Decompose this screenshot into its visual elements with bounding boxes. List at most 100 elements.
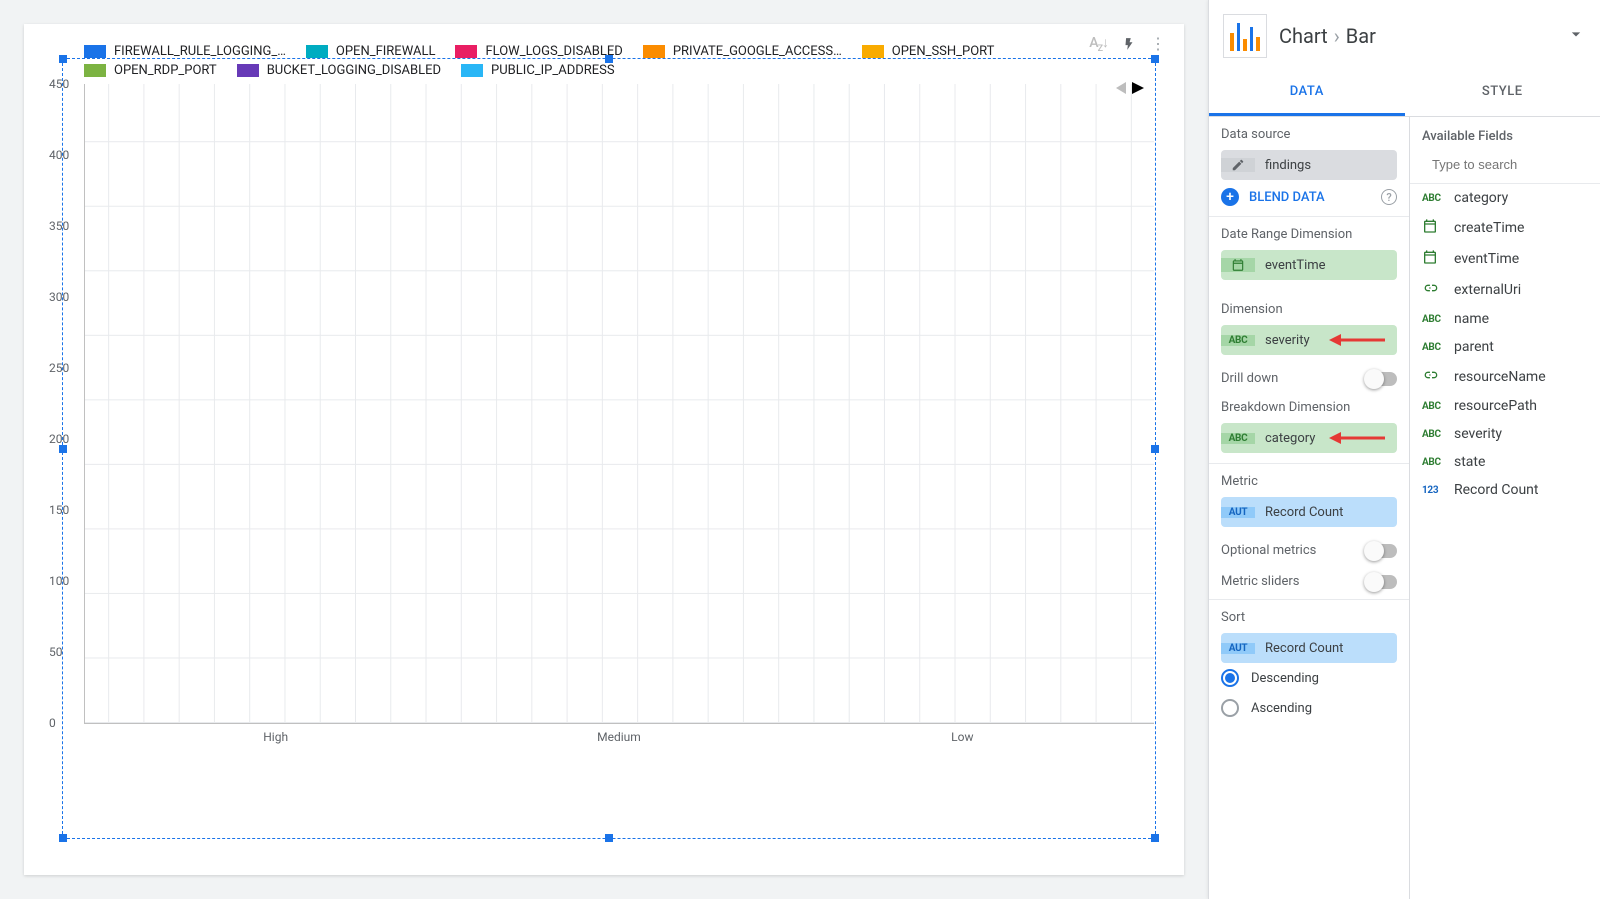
metric-sliders-label: Metric sliders: [1221, 574, 1299, 589]
more-icon[interactable]: ⋮: [1150, 42, 1166, 46]
help-icon[interactable]: ?: [1381, 189, 1397, 205]
sort-chip[interactable]: AUT Record Count: [1221, 633, 1397, 663]
field-name: category: [1454, 190, 1508, 206]
legend-label: FLOW_LOGS_DISABLED: [485, 44, 622, 59]
legend-swatch: [862, 45, 884, 58]
legend-item[interactable]: BUCKET_LOGGING_DISABLED: [237, 63, 441, 78]
radio-unchecked-icon: [1221, 699, 1239, 717]
available-field[interactable]: createTime: [1410, 212, 1600, 243]
resize-handle[interactable]: [1151, 834, 1159, 842]
available-field[interactable]: 123 Record Count: [1410, 476, 1600, 504]
blend-data-button[interactable]: + BLEND DATA ?: [1221, 188, 1397, 206]
daterange-label: Date Range Dimension: [1221, 227, 1397, 242]
abc-type-icon: ABC: [1422, 314, 1444, 325]
calendar-icon: [1231, 258, 1245, 272]
field-name: parent: [1454, 339, 1494, 355]
legend-label: OPEN_FIREWALL: [336, 44, 436, 59]
dimension-chip[interactable]: ABC severity: [1221, 325, 1397, 355]
abc-type-icon: ABC: [1422, 193, 1444, 204]
y-tick: 200: [49, 432, 69, 446]
legend-label: PRIVATE_GOOGLE_ACCESS…: [673, 44, 842, 59]
y-tick: 450: [49, 77, 69, 91]
available-field[interactable]: ABC parent: [1410, 333, 1600, 361]
available-field[interactable]: ABCstate: [1410, 448, 1600, 476]
x-tick: High: [148, 724, 403, 744]
y-tick: 400: [49, 148, 69, 162]
resize-handle[interactable]: [59, 55, 67, 63]
breakdown-chip[interactable]: ABC category: [1221, 423, 1397, 453]
sort-asc-radio[interactable]: Ascending: [1221, 693, 1397, 723]
legend-swatch: [306, 45, 328, 58]
abc-type-icon: ABC: [1422, 342, 1444, 353]
legend-label: FIREWALL_RULE_LOGGING_…: [114, 44, 286, 59]
properties-panel: Chart › Bar DATA STYLE Data source findi…: [1208, 0, 1600, 899]
y-tick: 0: [49, 716, 56, 730]
abc-type-icon: ABC: [1422, 457, 1444, 468]
tab-data[interactable]: DATA: [1209, 70, 1405, 116]
legend-item[interactable]: PUBLIC_IP_ADDRESS: [461, 63, 615, 78]
bar-chart[interactable]: 050100150200250300350400450: [84, 84, 1154, 724]
field-name: resourceName: [1454, 369, 1546, 385]
link-type-icon: [1422, 367, 1444, 386]
available-fields: Available Fields ABCcategorycreateTimeev…: [1410, 117, 1600, 899]
y-tick: 250: [49, 361, 69, 375]
available-field[interactable]: ABCseverity: [1410, 420, 1600, 448]
plus-icon: +: [1221, 188, 1239, 206]
legend-swatch: [84, 45, 106, 58]
y-tick: 300: [49, 290, 69, 304]
field-name: externalUri: [1454, 282, 1521, 298]
lightning-icon[interactable]: [1122, 35, 1136, 53]
chart-widget[interactable]: AZ↓ ⋮ FIREWALL_RULE_LOGGING_… OPEN_FIREWA…: [24, 24, 1184, 875]
field-name: Record Count: [1454, 482, 1538, 498]
resize-handle[interactable]: [59, 834, 67, 842]
optional-metrics-toggle[interactable]: [1367, 544, 1397, 558]
bar-chart-icon: [1223, 14, 1267, 58]
abc-type-icon: ABC: [1422, 401, 1444, 412]
drilldown-label: Drill down: [1221, 371, 1278, 386]
available-field[interactable]: resourceName: [1410, 361, 1600, 392]
abc-type-icon: ABC: [1221, 335, 1255, 346]
radio-checked-icon: [1221, 669, 1239, 687]
datasource-chip[interactable]: findings: [1221, 150, 1397, 180]
tab-style[interactable]: STYLE: [1405, 70, 1600, 116]
daterange-chip[interactable]: eventTime: [1221, 250, 1397, 280]
legend-item[interactable]: FIREWALL_RULE_LOGGING_…: [84, 44, 286, 59]
available-field[interactable]: eventTime: [1410, 243, 1600, 274]
legend-item[interactable]: FLOW_LOGS_DISABLED: [455, 44, 622, 59]
x-axis-labels: High Medium Low: [84, 724, 1154, 744]
legend-item[interactable]: PRIVATE_GOOGLE_ACCESS…: [643, 44, 842, 59]
report-canvas[interactable]: AZ↓ ⋮ FIREWALL_RULE_LOGGING_… OPEN_FIREWA…: [0, 0, 1208, 899]
legend-item[interactable]: OPEN_FIREWALL: [306, 44, 436, 59]
x-tick: Medium: [491, 724, 746, 744]
legend-label: BUCKET_LOGGING_DISABLED: [267, 63, 441, 78]
cal-type-icon: [1422, 249, 1444, 268]
metric-label: Metric: [1221, 474, 1397, 489]
chevron-down-icon[interactable]: [1566, 24, 1586, 48]
available-field[interactable]: ABC category: [1410, 184, 1600, 212]
data-properties: Data source findings + BLEND DATA ? Date…: [1209, 117, 1410, 899]
resize-handle[interactable]: [605, 834, 613, 842]
field-search-input[interactable]: [1430, 156, 1600, 173]
available-field[interactable]: externalUri: [1410, 274, 1600, 305]
breadcrumb-leaf: Bar: [1346, 24, 1376, 48]
breadcrumb-root: Chart: [1279, 24, 1328, 48]
metric-chip[interactable]: AUT Record Count: [1221, 497, 1397, 527]
y-tick: 100: [49, 574, 69, 588]
legend-swatch: [84, 64, 106, 77]
metric-sliders-toggle[interactable]: [1367, 575, 1397, 589]
available-field[interactable]: ABCresourcePath: [1410, 392, 1600, 420]
field-name: name: [1454, 311, 1489, 327]
drilldown-toggle[interactable]: [1367, 372, 1397, 386]
sort-icon[interactable]: AZ↓: [1089, 34, 1108, 54]
field-search[interactable]: [1410, 152, 1600, 184]
field-name: eventTime: [1454, 251, 1519, 267]
x-tick: Low: [835, 724, 1090, 744]
legend-item[interactable]: OPEN_SSH_PORT: [862, 44, 995, 59]
available-field[interactable]: ABC name: [1410, 305, 1600, 333]
num-type-icon: 123: [1422, 485, 1444, 496]
datasource-label: Data source: [1221, 127, 1397, 142]
breadcrumb[interactable]: Chart › Bar: [1209, 0, 1600, 70]
panel-tabs: DATA STYLE: [1209, 70, 1600, 117]
sort-desc-radio[interactable]: Descending: [1221, 663, 1397, 693]
legend-item[interactable]: OPEN_RDP_PORT: [84, 63, 217, 78]
